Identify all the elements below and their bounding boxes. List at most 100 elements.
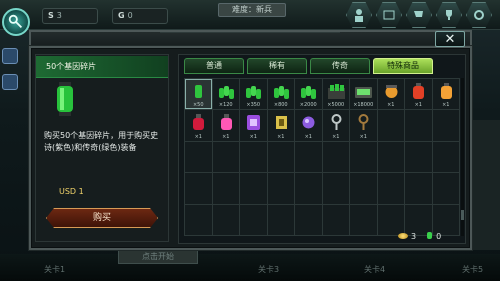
tab-common[interactable]: 普通 [184,58,244,74]
item-quantity: ×1 [332,133,340,140]
achievement-button[interactable] [436,2,462,28]
empty-slot [405,141,433,174]
empty-slot [350,173,378,205]
shop-item-slot[interactable]: ×800 [267,79,295,111]
item-quantity: ×50 [192,102,204,109]
shop-item-slot[interactable]: ×1 [267,110,295,142]
item-quantity: ×2000 [299,102,317,109]
empty-slot [212,141,240,174]
trophy-icon [446,10,452,20]
shop-item-slot[interactable]: ×2000 [295,79,323,111]
gift-icon[interactable] [2,74,18,90]
bottom-bar [0,254,500,281]
item-title: 50个基因碎片 [46,62,97,71]
tab-legendary[interactable]: 传奇 [310,58,370,74]
resource-g-counter: G0 [112,8,168,24]
item-quantity: ×1 [194,133,202,140]
shop-item-slot[interactable]: ×1 [240,110,268,142]
map-icon [383,10,395,20]
empty-slot [432,173,460,205]
right-side-panel [470,120,500,250]
item-quantity: ×1 [359,133,367,140]
green-gene-capsule-pile-icon [218,86,234,99]
shop-item-slot[interactable]: ×1 [377,79,405,111]
empty-slot [185,204,213,236]
cart-icon [414,11,423,17]
purple-orb-icon [302,116,315,129]
shop-item-slot[interactable]: ×50 [185,79,213,111]
item-price: USD 1 [59,187,84,196]
empty-slot [267,204,295,236]
green-gene-capsule-icon [195,83,202,100]
tab-special[interactable]: 特殊商品 [373,58,433,74]
empty-slot [350,204,378,236]
gray-key-icon [331,114,341,131]
shop-item-slot[interactable]: ×1 [295,110,323,142]
brown-key-icon [358,114,369,131]
empty-slot [405,110,433,142]
start-button[interactable]: 点击开始 [118,250,198,264]
currency-footer: 3 0 [398,232,441,241]
gene-button[interactable] [2,8,30,36]
empty-slot [322,141,350,174]
item-quantity: ×18000 [353,102,374,109]
gear-icon [474,10,484,20]
soldier-button[interactable] [346,2,372,28]
green-gene-capsule-pile-icon [273,86,289,99]
orange-potion-icon [440,83,452,99]
empty-slot [240,204,268,236]
empty-slot [267,173,295,205]
empty-slot [350,141,378,174]
empty-slot [212,173,240,205]
empty-slot [295,173,323,205]
green-gene-capsule-pile-icon [301,86,316,99]
buy-button[interactable]: 购买 [46,208,158,228]
category-tabs: 普通 稀有 传奇 特殊商品 [184,58,433,74]
empty-slot [432,110,460,142]
shop-item-slot[interactable]: ×5000 [322,79,350,111]
shop-item-slot[interactable]: ×1 [405,79,433,111]
gift-icon[interactable] [2,48,18,64]
green-gene-capsule-crate-icon [327,84,345,99]
shop-item-slot[interactable]: ×1 [322,110,350,142]
empty-slot [295,204,323,236]
scrollbar-thumb[interactable] [461,210,464,220]
item-quantity: ×1 [387,102,395,109]
shop-item-slot[interactable]: ×1 [350,110,378,142]
shop-item-slot[interactable]: ×1 [432,79,460,111]
resource-s-counter: S3 [42,8,98,24]
item-quantity: ×120 [218,102,233,109]
soldier-icon [355,9,363,22]
pink-flask-icon [220,114,232,131]
item-quantity: ×1 [249,133,257,140]
shop-item-slot[interactable]: ×120 [212,79,240,111]
green-gene-capsule-pile-icon [246,86,261,99]
empty-slot [322,204,350,236]
empty-slot [267,141,295,174]
map-button[interactable] [376,2,402,28]
item-quantity: ×1 [222,133,230,140]
item-quantity: ×1 [442,102,450,109]
shop-item-slot[interactable]: ×1 [212,110,240,142]
settings-button[interactable] [466,2,492,28]
left-side-menu [0,48,18,228]
item-quantity: ×1 [277,133,285,140]
stage-label: 关卡1 [44,265,66,274]
shop-item-slot[interactable]: ×18000 [350,79,378,111]
red-potion-icon [413,83,424,99]
close-button[interactable]: ✕ [435,31,465,47]
item-quantity: ×1 [304,133,312,140]
orange-drone-icon [385,85,397,98]
gem-count: 0 [426,232,441,241]
shop-item-slot[interactable]: ×350 [240,79,268,111]
shop-button[interactable] [406,2,432,28]
empty-slot [185,173,213,205]
shop-item-slot[interactable]: ×1 [185,110,213,142]
purple-card-icon [247,115,260,131]
item-grid: ×50 ×120 ×350 ×800 ×2000 ×5000 ×18000 ×1 ×1 ×1 ×1 ×… [184,78,460,236]
tab-rare[interactable]: 稀有 [247,58,307,74]
empty-slot [240,173,268,205]
empty-slot [295,141,323,174]
stage-label: 关卡4 [364,265,386,274]
item-quantity: ×1 [414,102,422,109]
